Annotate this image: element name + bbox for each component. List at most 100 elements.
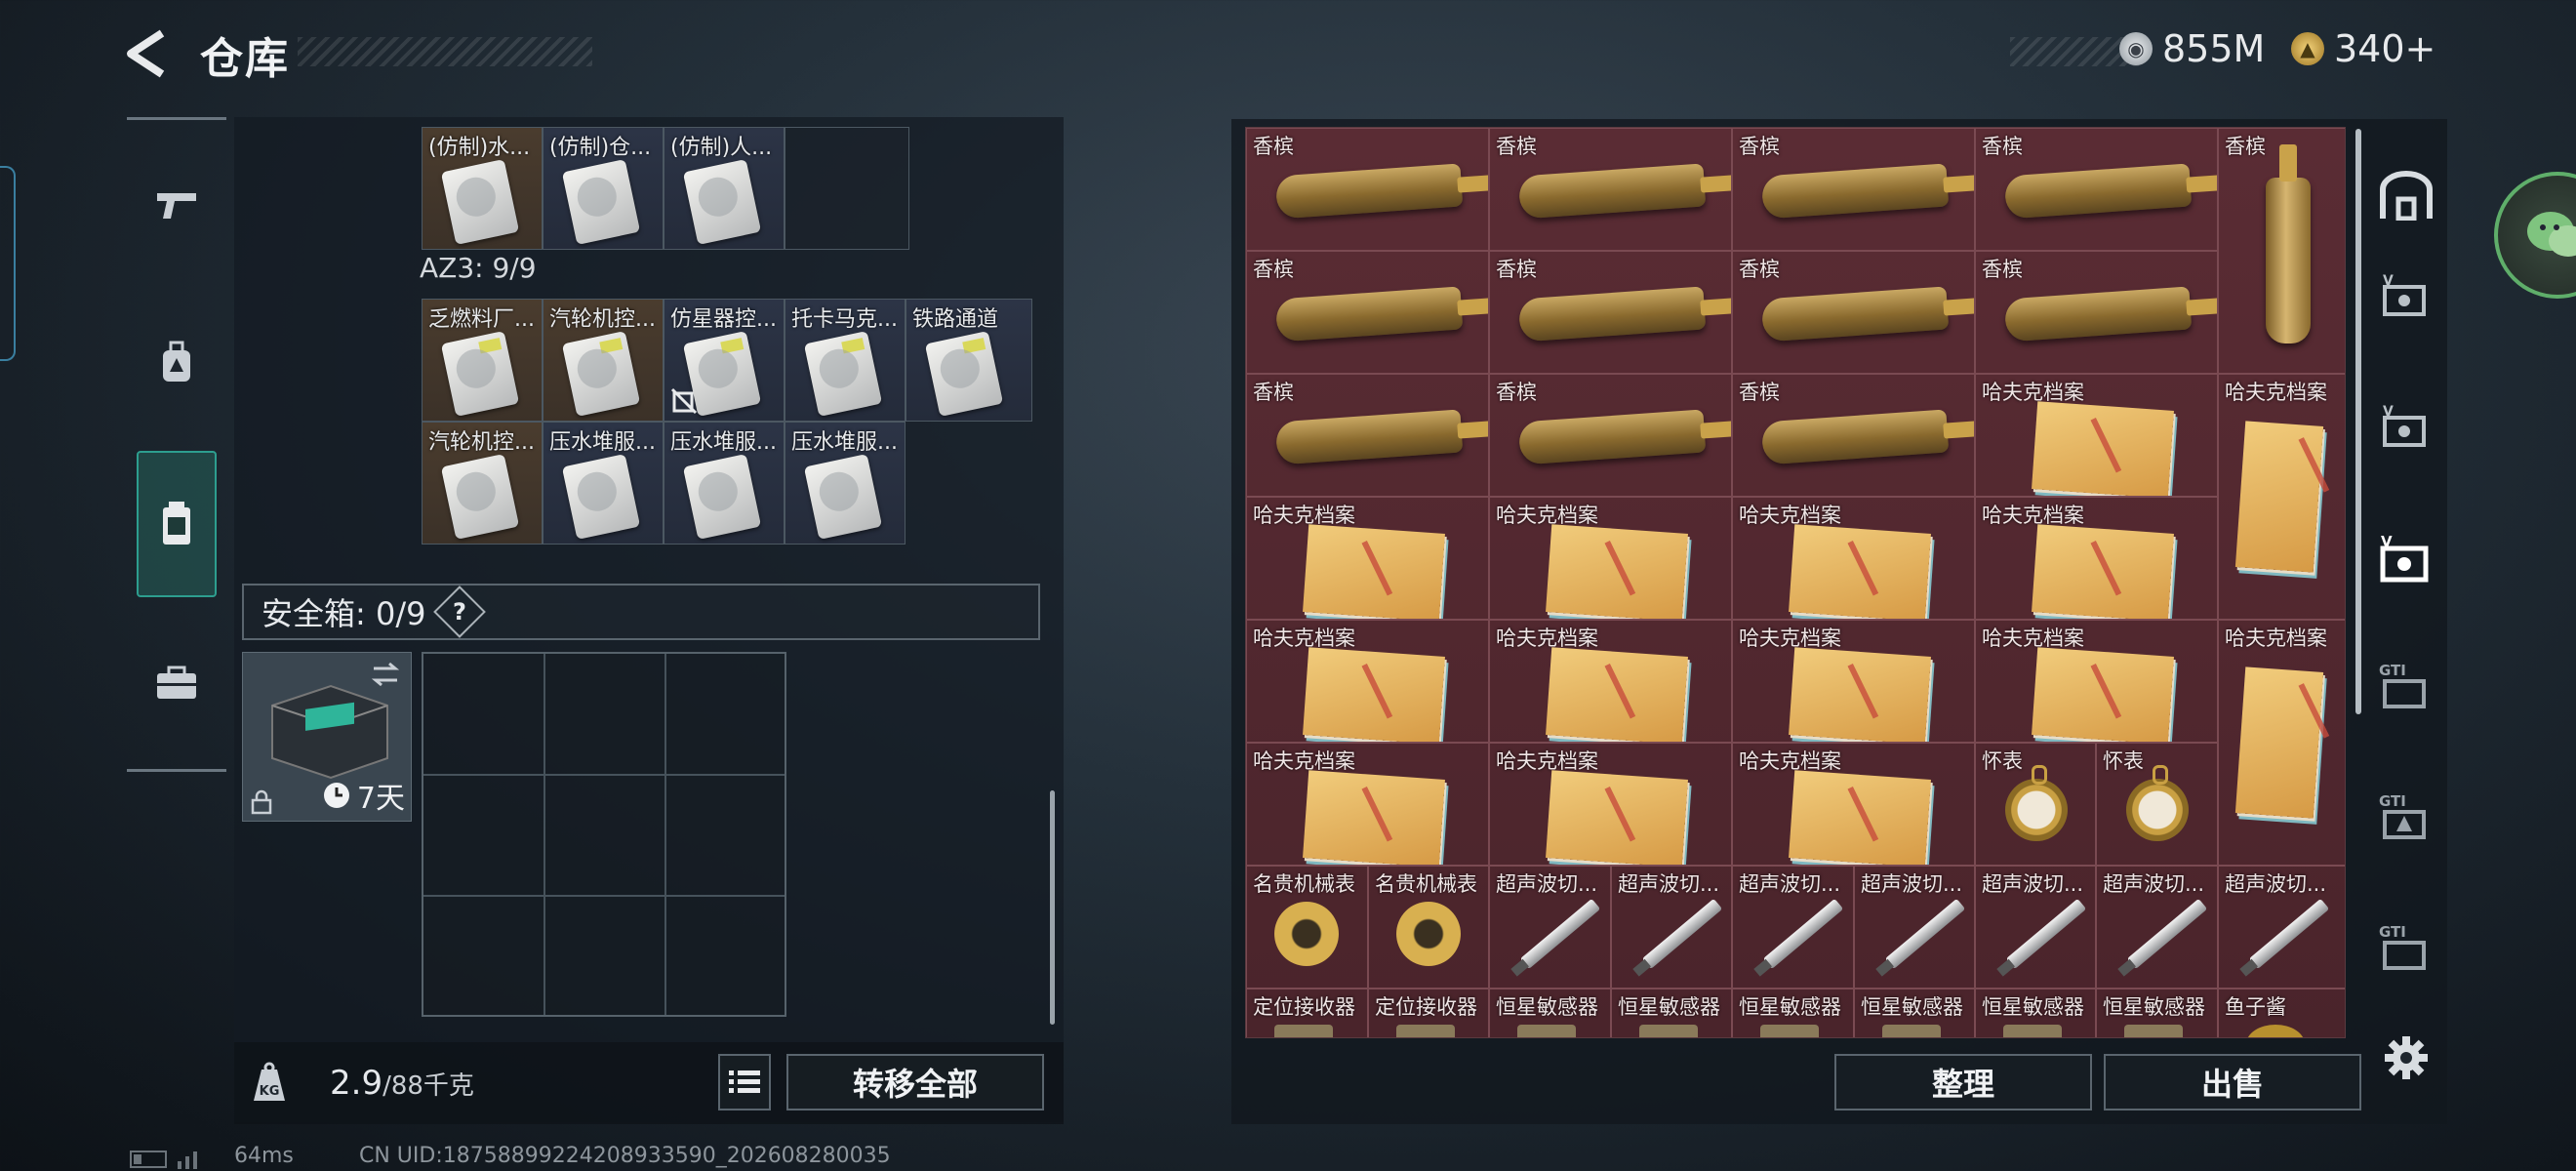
- currency-silver[interactable]: ◉ 855M: [2119, 27, 2265, 70]
- nav-gti-3[interactable]: GTI: [2369, 911, 2443, 986]
- briefcase-icon: [157, 666, 196, 699]
- item-haavk-file[interactable]: 哈夫克档案: [1246, 743, 1489, 866]
- item-pocket-watch[interactable]: 怀表: [1975, 743, 2096, 866]
- nav-gti-2[interactable]: GTI: [2369, 781, 2443, 855]
- inventory-item[interactable]: 压水堆服...: [543, 422, 664, 545]
- champagne-bottle-icon: [1760, 163, 1950, 220]
- inventory-item[interactable]: (仿制)人...: [664, 127, 785, 250]
- right-scrollbar[interactable]: [2355, 129, 2361, 714]
- item-champagne[interactable]: 香槟: [1246, 128, 1489, 251]
- item-haavk-file[interactable]: 哈夫克档案: [1732, 743, 1975, 866]
- inventory-item[interactable]: 铁路通道: [906, 299, 1032, 422]
- storage-case-icon: [163, 502, 190, 545]
- item-caviar[interactable]: 鱼子酱: [2218, 989, 2345, 1037]
- item-ultrasonic-cutter[interactable]: 超声波切...: [1611, 866, 1732, 989]
- help-icon: ?: [453, 597, 467, 626]
- keycard-icon: [440, 453, 520, 541]
- svg-text:GTI: GTI: [2379, 662, 2406, 679]
- side-drawer-handle[interactable]: [0, 166, 16, 361]
- item-haavk-file[interactable]: 哈夫克档案: [1975, 497, 2218, 620]
- uid-readout: CN UID:18758899224208933590_202608280035: [359, 1144, 891, 1168]
- item-pocket-watch[interactable]: 怀表: [2096, 743, 2218, 866]
- safe-box-grid[interactable]: [422, 652, 786, 1017]
- item-star-sensor[interactable]: 恒星敏感器: [1975, 989, 2096, 1037]
- list-view-button[interactable]: [718, 1054, 771, 1110]
- item-champagne[interactable]: 香槟: [1246, 251, 1489, 374]
- item-star-sensor[interactable]: 恒星敏感器: [1854, 989, 1975, 1037]
- nav-vault-2[interactable]: V: [2369, 390, 2443, 464]
- ping-readout: 64ms: [234, 1144, 294, 1168]
- champagne-bottle-icon: [2003, 286, 2193, 343]
- inventory-item[interactable]: (仿制)水...: [422, 127, 543, 250]
- nav-storage[interactable]: [137, 451, 217, 597]
- sell-button[interactable]: 出售: [2104, 1054, 2361, 1110]
- inventory-item[interactable]: 仿星器控...: [664, 299, 785, 422]
- inventory-item[interactable]: 汽轮机控...: [543, 299, 664, 422]
- item-luxury-watch[interactable]: 名贵机械表: [1368, 866, 1489, 989]
- item-ultrasonic-cutter[interactable]: 超声波切...: [1732, 866, 1854, 989]
- currency-gold[interactable]: ▲ 340+: [2291, 27, 2435, 70]
- floating-chat-button[interactable]: [2494, 172, 2576, 299]
- transfer-all-button[interactable]: 转移全部: [786, 1054, 1044, 1110]
- item-haavk-file[interactable]: 哈夫克档案: [2218, 374, 2345, 620]
- item-star-sensor[interactable]: 恒星敏感器: [2096, 989, 2218, 1037]
- item-champagne[interactable]: 香槟: [1489, 251, 1732, 374]
- item-ultrasonic-cutter[interactable]: 超声波切...: [1975, 866, 2096, 989]
- item-haavk-file[interactable]: 哈夫克档案: [2218, 620, 2345, 866]
- inventory-item[interactable]: 压水堆服...: [785, 422, 906, 545]
- safe-box-item[interactable]: 7天: [242, 652, 412, 822]
- currency-gold-amount: 340+: [2334, 27, 2436, 70]
- nav-home[interactable]: [2369, 158, 2443, 232]
- chat-bubble-icon: [2527, 212, 2576, 257]
- help-button[interactable]: ?: [433, 586, 487, 638]
- nav-vault-1[interactable]: V: [2369, 260, 2443, 334]
- item-haavk-file[interactable]: 哈夫克档案: [1975, 620, 2218, 743]
- item-champagne[interactable]: 香槟: [1732, 251, 1975, 374]
- item-champagne[interactable]: 香槟: [2218, 128, 2345, 374]
- item-champagne[interactable]: 香槟: [1489, 128, 1732, 251]
- item-champagne[interactable]: 香槟: [1489, 374, 1732, 497]
- item-champagne[interactable]: 香槟: [1246, 374, 1489, 497]
- item-haavk-file[interactable]: 哈夫克档案: [1489, 497, 1732, 620]
- settings-button[interactable]: [2369, 1021, 2443, 1095]
- item-ultrasonic-cutter[interactable]: 超声波切...: [2218, 866, 2345, 989]
- left-scrollbar[interactable]: [1050, 790, 1055, 1025]
- item-champagne[interactable]: 香槟: [1732, 128, 1975, 251]
- nav-equipment[interactable]: [137, 304, 217, 422]
- item-ultrasonic-cutter[interactable]: 超声波切...: [2096, 866, 2218, 989]
- page-title: 仓库: [200, 34, 290, 84]
- nav-vault-3[interactable]: V: [2369, 523, 2443, 597]
- empty-slot[interactable]: [785, 127, 909, 250]
- item-haavk-file[interactable]: 哈夫克档案: [1732, 497, 1975, 620]
- item-haavk-file[interactable]: 哈夫克档案: [1975, 374, 2218, 497]
- inventory-item[interactable]: 乏燃料厂...: [422, 299, 543, 422]
- receiver-icon: [1274, 1025, 1333, 1037]
- swap-icon[interactable]: [370, 661, 401, 688]
- item-ultrasonic-cutter[interactable]: 超声波切...: [1489, 866, 1611, 989]
- item-haavk-file[interactable]: 哈夫克档案: [1246, 620, 1489, 743]
- item-haavk-file[interactable]: 哈夫克档案: [1489, 743, 1732, 866]
- nav-gti-1[interactable]: GTI: [2369, 650, 2443, 724]
- item-star-sensor[interactable]: 恒星敏感器: [1611, 989, 1732, 1037]
- item-star-sensor[interactable]: 恒星敏感器: [1489, 989, 1611, 1037]
- item-champagne[interactable]: 香槟: [1975, 128, 2218, 251]
- item-champagne[interactable]: 香槟: [1975, 251, 2218, 374]
- nav-weapons[interactable]: [137, 146, 217, 263]
- item-haavk-file[interactable]: 哈夫克档案: [1489, 620, 1732, 743]
- item-champagne[interactable]: 香槟: [1732, 374, 1975, 497]
- item-haavk-file[interactable]: 哈夫克档案: [1732, 620, 1975, 743]
- inventory-item[interactable]: 托卡马克...: [785, 299, 906, 422]
- inventory-item[interactable]: (仿制)仓...: [543, 127, 664, 250]
- item-locator-receiver[interactable]: 定位接收器: [1368, 989, 1489, 1037]
- sort-button[interactable]: 整理: [1834, 1054, 2092, 1110]
- back-arrow-icon[interactable]: [125, 29, 172, 78]
- item-star-sensor[interactable]: 恒星敏感器: [1732, 989, 1854, 1037]
- item-ultrasonic-cutter[interactable]: 超声波切...: [1854, 866, 1975, 989]
- item-haavk-file[interactable]: 哈夫克档案: [1246, 497, 1489, 620]
- inventory-item[interactable]: 汽轮机控...: [422, 422, 543, 545]
- safe-box-bar: 安全箱: 0/9 ?: [242, 584, 1040, 640]
- item-locator-receiver[interactable]: 定位接收器: [1246, 989, 1368, 1037]
- nav-toolbox[interactable]: [137, 625, 217, 742]
- inventory-item[interactable]: 压水堆服...: [664, 422, 785, 545]
- item-luxury-watch[interactable]: 名贵机械表: [1246, 866, 1368, 989]
